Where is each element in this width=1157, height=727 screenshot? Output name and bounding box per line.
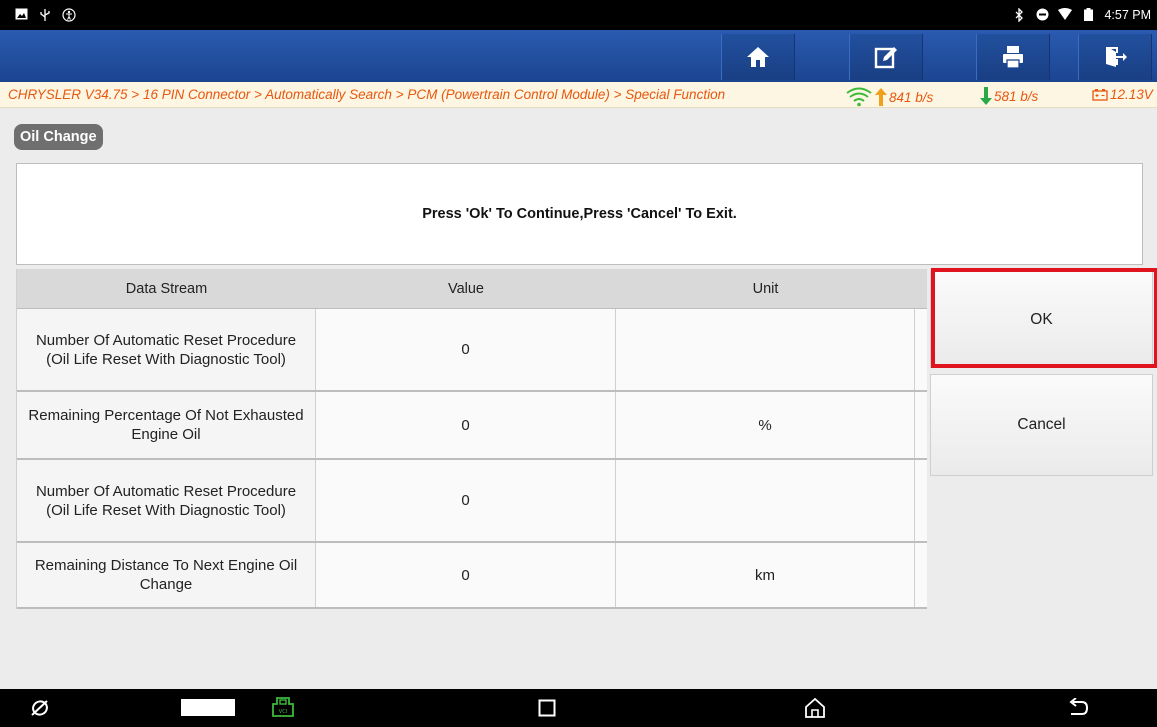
home-icon [805,697,825,718]
battery-voltage-value: 12.13V [1110,87,1153,102]
back-button[interactable] [1067,698,1089,718]
wifi-signal-icon [1058,8,1073,22]
column-header-data-stream: Data Stream [125,280,208,297]
table-row: Remaining Percentage Of Not Exhausted En… [17,392,927,460]
download-rate-value: 581 b/s [994,88,1039,104]
data-stream-table: Data Stream Value Unit Number Of Automat… [16,269,927,609]
table-header: Data Stream Value Unit [17,269,927,309]
breadcrumb-bar: CHRYSLER V34.75 > 16 PIN Connector > Aut… [0,82,1157,108]
upload-rate-value: 841 b/s [889,89,934,105]
car-battery-icon [1092,89,1108,101]
browser-icon [31,700,48,716]
browser-button[interactable] [30,698,50,718]
page-title: Oil Change [14,124,103,150]
ok-button-highlight [931,268,1157,368]
data-stream-unit [616,309,915,390]
svg-text:VCI: VCI [279,709,287,715]
edit-report-button[interactable] [849,34,923,80]
data-stream-name: Remaining Percentage Of Not Exhausted En… [17,392,316,458]
vci-icon: VCI [272,697,294,717]
column-header-unit: Unit [752,280,779,297]
data-stream-value: 0 [316,460,616,541]
wifi-icon [846,87,872,107]
cancel-button[interactable]: Cancel [930,374,1153,476]
data-stream-name: Number Of Automatic Reset Procedure (Oil… [17,309,316,390]
edit-note-icon [874,47,897,69]
recents-button[interactable] [538,699,556,717]
data-stream-value: 0 [316,392,616,458]
home-icon [747,47,769,67]
back-icon [1069,698,1089,715]
data-stream-value: 0 [316,309,616,390]
recents-icon [538,699,556,717]
upload-rate: 841 b/s [845,87,933,107]
download-rate: 581 b/s [980,87,1038,105]
download-arrow-icon [980,87,992,105]
usb-icon [38,8,52,22]
do-not-disturb-icon [1035,8,1049,22]
taskbar-thumbnail[interactable] [181,699,235,716]
table-row: Remaining Distance To Next Engine Oil Ch… [17,543,927,609]
data-stream-unit: % [616,392,915,458]
status-bar: 4:57 PM [0,0,1157,30]
upload-arrow-icon [875,88,887,106]
accessibility-icon [62,8,76,22]
data-stream-unit: km [616,543,915,607]
exit-icon [1106,47,1127,67]
home-button[interactable] [721,34,795,80]
vci-button[interactable]: VCI [271,696,295,718]
data-stream-name: Number Of Automatic Reset Procedure (Oil… [17,460,316,541]
battery-icon [1081,8,1095,22]
instruction-message: Press 'Ok' To Continue,Press 'Cancel' To… [422,206,737,222]
nav-home-button[interactable] [804,697,826,719]
exit-button[interactable] [1078,34,1152,80]
data-stream-unit [616,460,915,541]
clock: 4:57 PM [1104,8,1151,22]
bluetooth-icon [1012,7,1026,23]
navigation-bar: VCI [0,689,1157,727]
print-icon [1003,46,1023,69]
table-row: Number Of Automatic Reset Procedure (Oil… [17,460,927,543]
data-stream-name: Remaining Distance To Next Engine Oil Ch… [17,543,316,607]
data-stream-value: 0 [316,543,616,607]
print-button[interactable] [976,34,1050,80]
app-window: 4:57 PM CHRYSLER V34.75 > 16 PIN Connect… [0,0,1157,727]
breadcrumb: CHRYSLER V34.75 > 16 PIN Connector > Aut… [8,87,726,102]
battery-voltage: 12.13V [1092,87,1153,102]
image-icon [14,8,28,22]
top-toolbar [0,30,1157,82]
column-header-value: Value [447,280,484,297]
message-box: Press 'Ok' To Continue,Press 'Cancel' To… [16,163,1143,265]
table-row: Number Of Automatic Reset Procedure (Oil… [17,309,927,392]
